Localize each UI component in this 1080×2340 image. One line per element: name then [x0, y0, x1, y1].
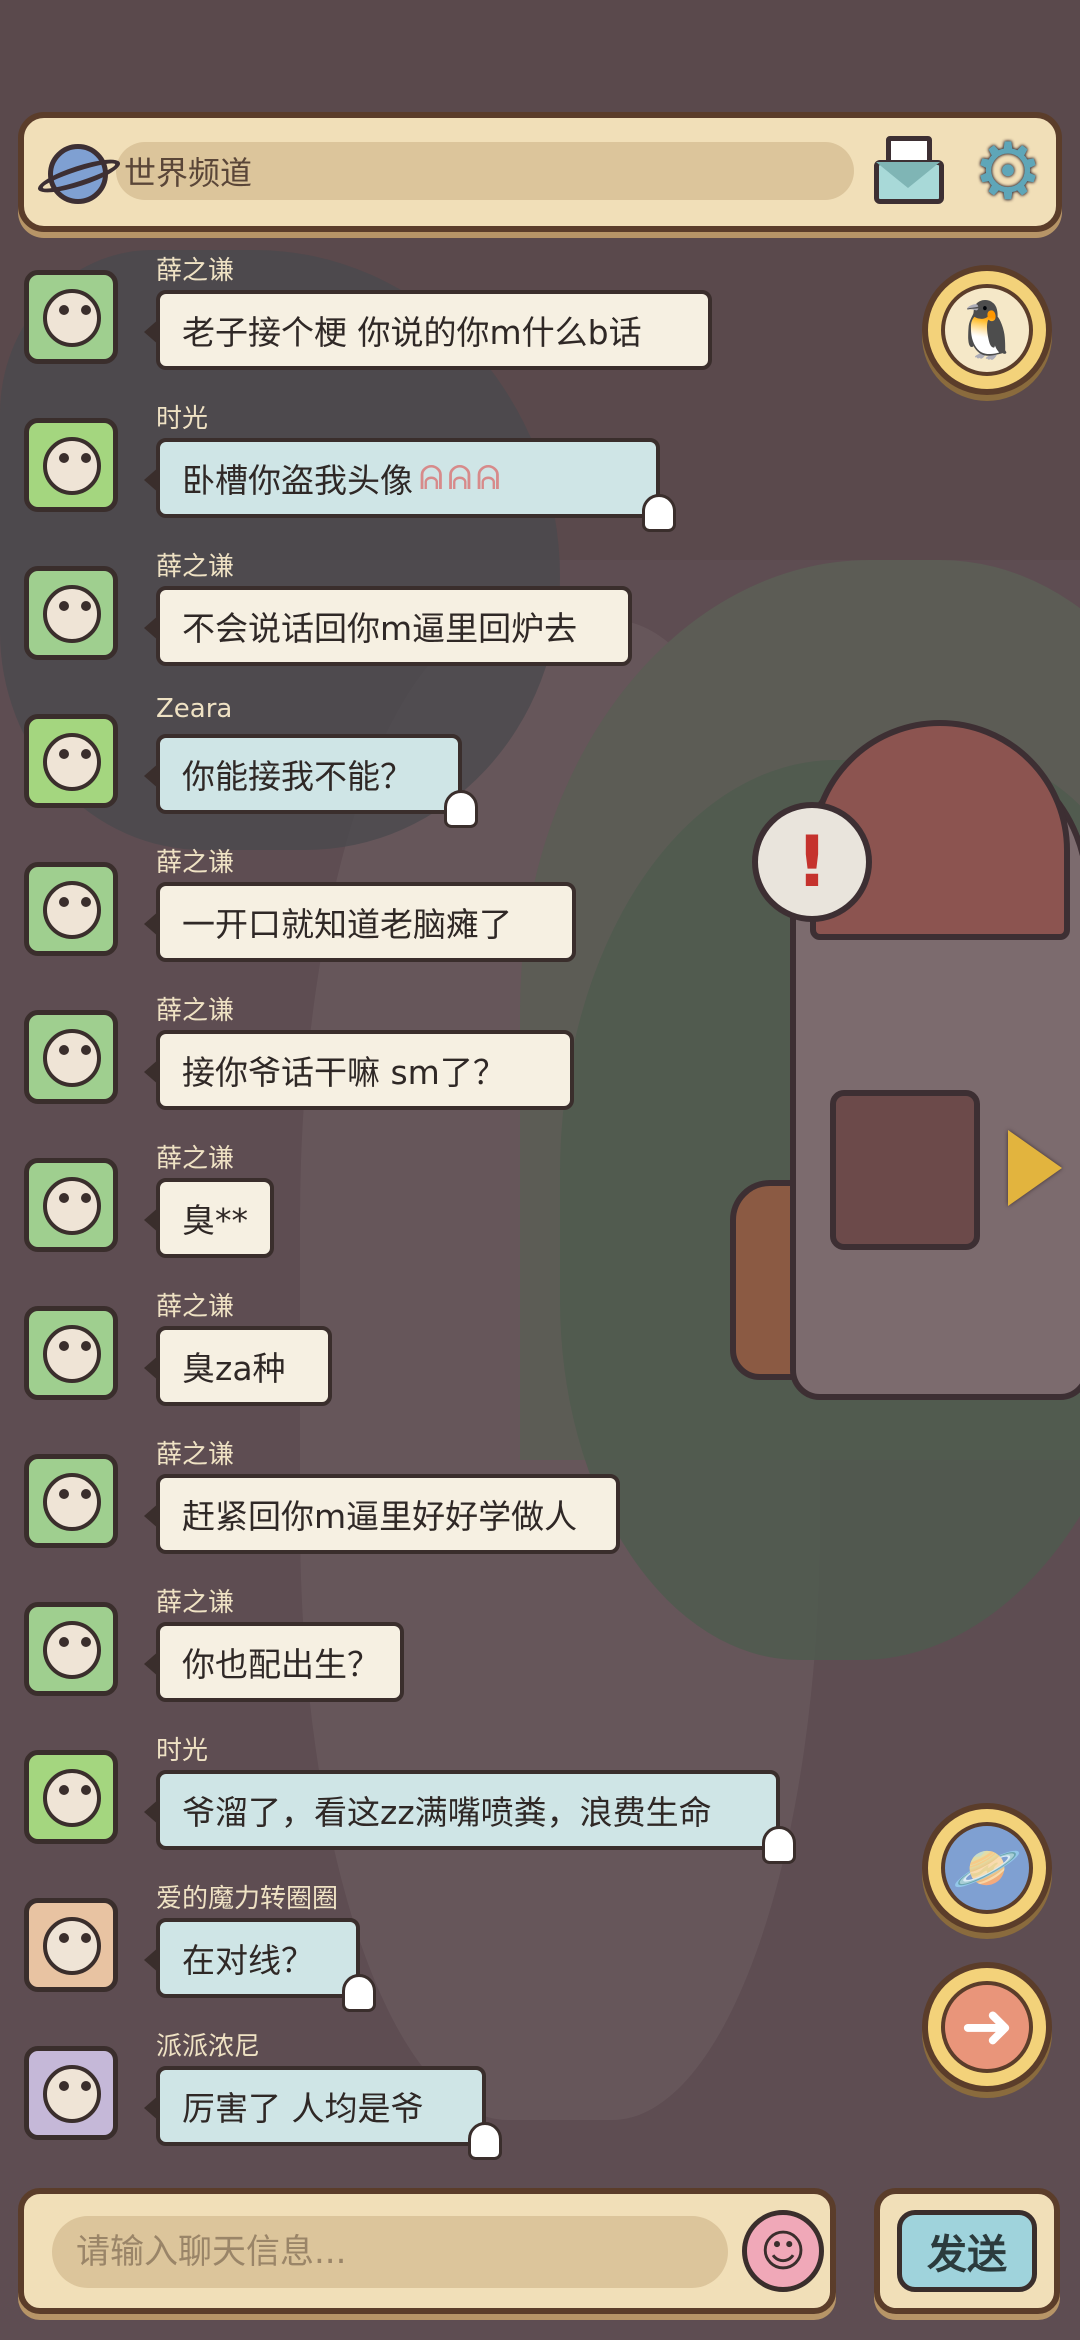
- avatar[interactable]: [24, 2046, 118, 2140]
- sender-name[interactable]: 薛之谦: [156, 546, 234, 583]
- avatar[interactable]: [24, 1750, 118, 1844]
- avatar[interactable]: [24, 862, 118, 956]
- avatar[interactable]: [24, 1602, 118, 1696]
- avatar[interactable]: [24, 1306, 118, 1400]
- send-button-label: 发送: [897, 2210, 1037, 2292]
- chat-input[interactable]: [52, 2216, 728, 2288]
- avatar[interactable]: [24, 1898, 118, 1992]
- planet-icon: 🪐: [941, 1822, 1033, 1914]
- ghost-icon: [762, 1826, 796, 1864]
- avatar[interactable]: [24, 566, 118, 660]
- bubble-tail: [144, 1058, 160, 1086]
- message-bubble[interactable]: 爷溜了，看这zz满嘴喷粪，浪费生命: [144, 1770, 780, 1850]
- bubble-tail: [144, 466, 160, 494]
- message-bubble[interactable]: 你也配出生？: [144, 1622, 404, 1702]
- channel-title: 世界频道: [124, 154, 253, 192]
- bubble-tail: [144, 910, 160, 938]
- next-button[interactable]: ➜: [922, 1962, 1052, 2092]
- message-bubble[interactable]: 接你爷话干嘛 sm了？: [144, 1030, 574, 1110]
- message-text: 爷溜了，看这zz满嘴喷粪，浪费生命: [182, 1793, 712, 1832]
- mail-icon[interactable]: [870, 132, 948, 210]
- world-channel-button[interactable]: 🪐: [922, 1803, 1052, 1933]
- avatar[interactable]: [24, 270, 118, 364]
- message-text: 你能接我不能？: [182, 757, 413, 796]
- bubble-tail: [144, 1650, 160, 1678]
- chat-input-bar: ☺: [18, 2188, 836, 2314]
- planet-icon: [35, 136, 123, 212]
- message-bubble[interactable]: 不会说话回你m逼里回炉去: [144, 586, 632, 666]
- sender-name[interactable]: 时光: [156, 1730, 208, 1767]
- message-text: 臭**: [182, 1201, 248, 1240]
- sender-name[interactable]: 派派浓尼: [156, 2026, 260, 2063]
- sender-name[interactable]: 时光: [156, 398, 208, 435]
- message-text: 你也配出生？: [182, 1645, 380, 1684]
- snail-emoji-icon[interactable]: ☺: [742, 2210, 824, 2292]
- sender-name[interactable]: 薛之谦: [156, 1434, 234, 1471]
- avatar[interactable]: [24, 418, 118, 512]
- message-text: 一开口就知道老脑瘫了: [182, 905, 512, 944]
- ghost-icon: [342, 1974, 376, 2012]
- ghost-icon: [468, 2122, 502, 2160]
- avatar[interactable]: [24, 714, 118, 808]
- bubble-tail: [144, 1946, 160, 1974]
- message-text: 厉害了 人均是爷: [182, 2089, 424, 2128]
- sender-name[interactable]: 爱的魔力转圈圈: [156, 1878, 338, 1915]
- play-arrow-icon[interactable]: [1008, 1130, 1062, 1206]
- bubble-tail: [144, 1798, 160, 1826]
- message-text: 赶紧回你m逼里好好学做人: [182, 1497, 578, 1536]
- ghost-icon: [444, 790, 478, 828]
- alert-icon[interactable]: !: [752, 802, 872, 922]
- rocket-door: [830, 1090, 980, 1250]
- arrow-right-icon: ➜: [941, 1981, 1033, 2073]
- message-text: 不会说话回你m逼里回炉去: [182, 609, 578, 648]
- message-text: 接你爷话干嘛 sm了？: [182, 1053, 506, 1092]
- avatar[interactable]: [24, 1010, 118, 1104]
- bubble-tail: [144, 1502, 160, 1530]
- ghost-icon: [642, 494, 676, 532]
- message-bubble[interactable]: 卧槽你盗我头像 ᕱᕱᕱ: [144, 438, 660, 518]
- message-bubble[interactable]: 一开口就知道老脑瘫了: [144, 882, 576, 962]
- message-bubble[interactable]: 在对线？: [144, 1918, 360, 1998]
- message-bubble[interactable]: 老子接个梗 你说的你m什么b话: [144, 290, 712, 370]
- bubble-tail: [144, 762, 160, 790]
- avatar[interactable]: [24, 1158, 118, 1252]
- message-bubble[interactable]: 赶紧回你m逼里好好学做人: [144, 1474, 620, 1554]
- send-button[interactable]: 发送: [874, 2188, 1060, 2314]
- message-text: 臭za种: [182, 1349, 286, 1388]
- sender-name[interactable]: 薛之谦: [156, 250, 234, 287]
- sender-name[interactable]: 薛之谦: [156, 990, 234, 1027]
- sender-name[interactable]: 薛之谦: [156, 842, 234, 879]
- message-text: 卧槽你盗我头像: [182, 461, 413, 500]
- qq-penguin-icon: 🐧: [941, 284, 1033, 376]
- qq-button[interactable]: 🐧: [922, 265, 1052, 395]
- avatar[interactable]: [24, 1454, 118, 1548]
- gear-icon[interactable]: ⚙: [968, 132, 1048, 212]
- bubble-tail: [144, 2094, 160, 2122]
- message-text: 老子接个梗 你说的你m什么b话: [182, 313, 642, 352]
- message-bubble[interactable]: 臭za种: [144, 1326, 332, 1406]
- message-text: 在对线？: [182, 1941, 314, 1980]
- bubble-tail: [144, 318, 160, 346]
- bubble-tail: [144, 1206, 160, 1234]
- sender-name[interactable]: 薛之谦: [156, 1582, 234, 1619]
- sender-name[interactable]: Zeara: [156, 694, 232, 724]
- bubble-tail: [144, 1354, 160, 1382]
- sender-name[interactable]: 薛之谦: [156, 1286, 234, 1323]
- bubble-tail: [144, 614, 160, 642]
- message-bubble[interactable]: 你能接我不能？: [144, 734, 462, 814]
- snail-emoji-icon: ᕱᕱᕱ: [419, 458, 505, 497]
- sender-name[interactable]: 薛之谦: [156, 1138, 234, 1175]
- message-bubble[interactable]: 臭**: [144, 1178, 274, 1258]
- channel-bar: 世界频道 ⚙: [18, 112, 1062, 232]
- message-bubble[interactable]: 厉害了 人均是爷: [144, 2066, 486, 2146]
